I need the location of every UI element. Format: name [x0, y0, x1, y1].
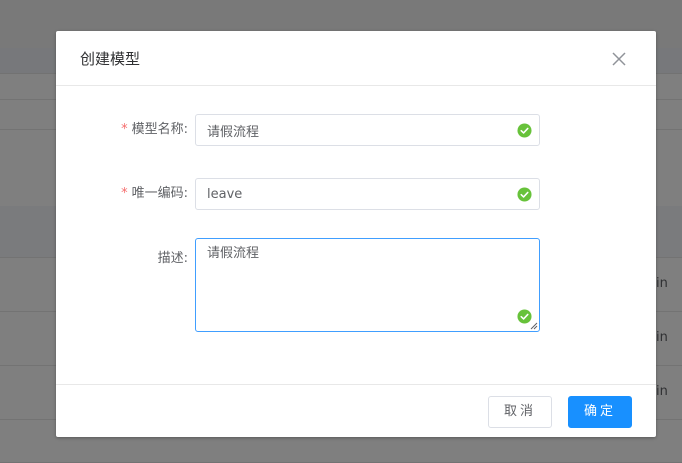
- create-model-dialog: 创建模型 *模型名称: *唯一编码: 描述:: [56, 31, 656, 437]
- close-button[interactable]: [609, 49, 629, 69]
- description-label: 描述:: [157, 251, 188, 266]
- model-name-label: * 模型名称:: [121, 121, 188, 139]
- dialog-footer: 取消 确定: [56, 384, 656, 437]
- resize-handle-icon[interactable]: [529, 321, 538, 330]
- cancel-button[interactable]: 取消: [488, 396, 552, 428]
- close-icon: [612, 52, 626, 66]
- unique-code-label-text: 唯一编码:: [131, 186, 188, 201]
- description-textarea[interactable]: 请假流程: [196, 239, 539, 331]
- form-item-description: 描述: 请假流程: [56, 238, 656, 332]
- model-name-input[interactable]: [196, 115, 539, 145]
- unique-code-input[interactable]: [196, 179, 539, 209]
- dialog-title: 创建模型: [80, 50, 141, 68]
- confirm-button[interactable]: 确定: [568, 396, 632, 428]
- form-item-model-name: * 模型名称:: [56, 114, 656, 146]
- model-name-input-wrapper: [195, 114, 540, 146]
- check-circle-icon: [517, 123, 532, 138]
- unique-code-label: * 唯一编码:: [121, 185, 188, 203]
- model-name-label-text: 模型名称:: [131, 122, 188, 137]
- check-circle-icon: [517, 187, 532, 202]
- required-mark: *: [121, 122, 128, 137]
- form-item-unique-code: * 唯一编码:: [56, 178, 656, 210]
- required-mark: *: [121, 186, 128, 201]
- dialog-header: 创建模型: [56, 31, 656, 86]
- unique-code-input-wrapper: [195, 178, 540, 210]
- description-textarea-wrapper: 请假流程: [195, 238, 540, 332]
